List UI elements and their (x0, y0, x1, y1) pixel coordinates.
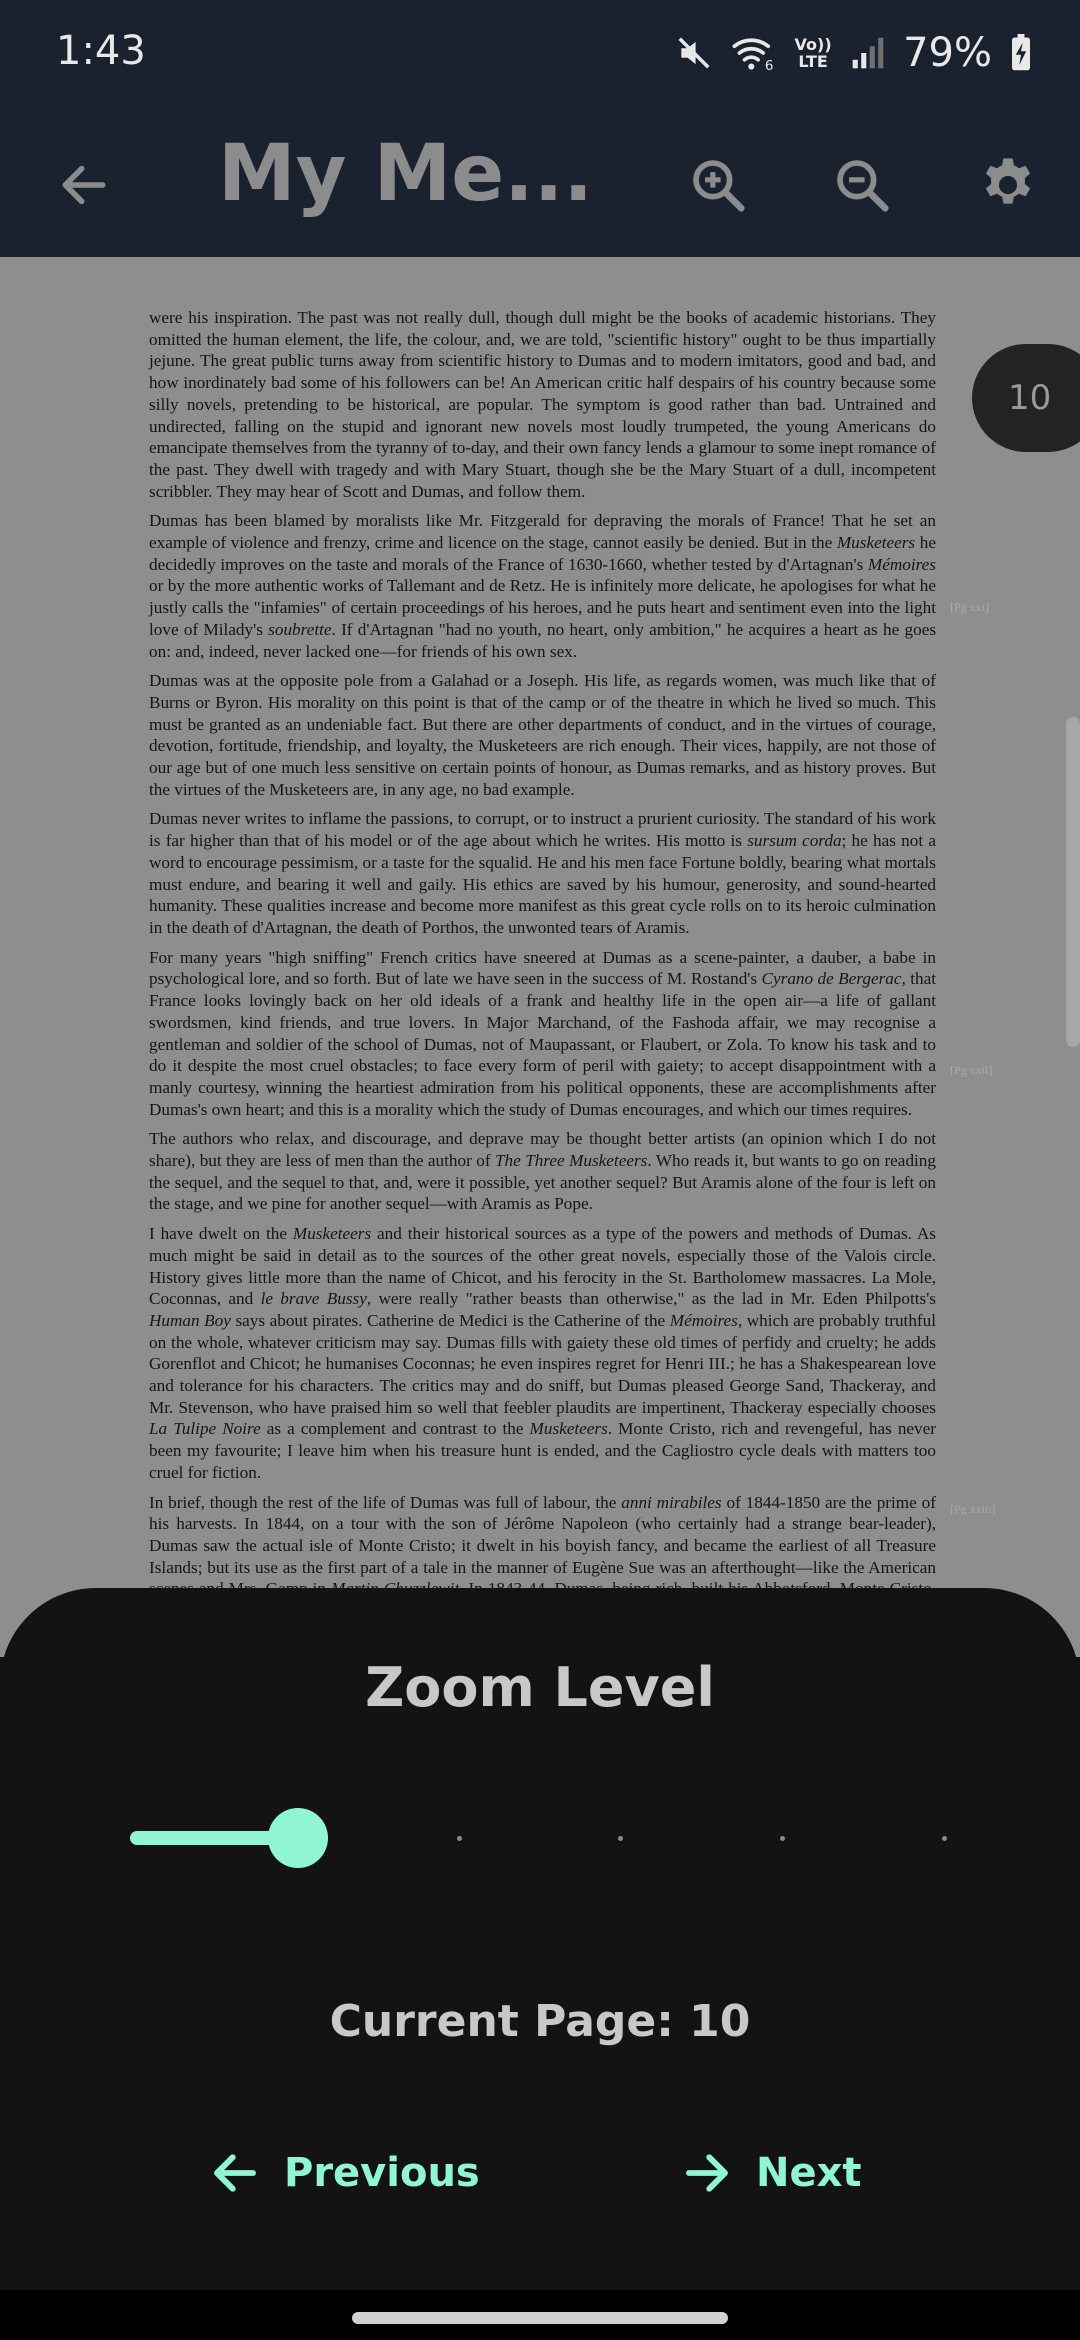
italic-text: Musketeers (836, 533, 916, 553)
battery-charging-icon (1010, 34, 1032, 72)
italic-text: Musketeers (292, 1224, 372, 1244)
paragraph: were his inspiration. The past was not r… (149, 307, 936, 502)
volte-icon: Vo)) LTE (794, 35, 832, 71)
arrow-right-icon (680, 2146, 734, 2200)
italic-text: Cyrano de Bergerac (761, 969, 902, 989)
paragraph: The authors who relax, and discourage, a… (149, 1128, 936, 1215)
settings-button[interactable] (960, 139, 1056, 235)
zoom-in-button[interactable] (670, 139, 766, 235)
book-text: were his inspiration. The past was not r… (149, 307, 936, 1651)
slider-tick (941, 1836, 947, 1841)
italic-text: Mémoires (867, 554, 936, 574)
mute-icon (675, 34, 713, 72)
next-button[interactable]: Next (680, 2128, 862, 2218)
scrollbar-thumb[interactable] (1066, 717, 1080, 1047)
text-run: Dumas has been blamed by moralists like … (149, 511, 936, 553)
status-bar: 1:43 6 Vo)) LTE 79% (0, 0, 1080, 115)
paragraph: I have dwelt on the Musketeers and their… (149, 1223, 936, 1483)
text-run: Dumas was at the opposite pole from a Ga… (149, 671, 936, 799)
italic-text: The Three Musketeers (494, 1151, 648, 1171)
previous-label: Previous (284, 2150, 480, 2196)
page-marker: [Pg xxiii] (950, 1502, 996, 1516)
current-page-label: Current Page: 10 (329, 1996, 751, 2047)
slider-thumb[interactable] (267, 1808, 328, 1868)
home-indicator[interactable] (352, 2312, 728, 2324)
previous-button[interactable]: Previous (208, 2128, 480, 2218)
italic-text: sursum corda (747, 831, 842, 851)
slider-tick (618, 1836, 624, 1841)
app-bar: My Me... (0, 115, 1080, 257)
paragraph: Dumas has been blamed by moralists like … (149, 510, 936, 662)
italic-text: Mémoires (669, 1310, 738, 1330)
svg-text:6: 6 (765, 58, 774, 72)
slider-tick (456, 1836, 462, 1841)
zoom-out-icon (831, 154, 893, 220)
battery-percentage: 79% (903, 30, 992, 76)
paragraph: Dumas was at the opposite pole from a Ga… (149, 670, 936, 800)
italic-text: anni mirabiles (621, 1492, 722, 1512)
back-button[interactable] (36, 139, 132, 235)
page-title: My Me... (218, 129, 594, 219)
signal-icon (851, 34, 885, 72)
text-run: I have dwelt on the (149, 1224, 293, 1244)
italic-text: le brave Bussy (260, 1289, 367, 1309)
text-run: In brief, though the rest of the life of… (149, 1492, 622, 1512)
page-marker: [Pg xxii] (950, 1063, 993, 1077)
zoom-bottom-sheet: Zoom Level Current Page: 10 Previous Nex… (0, 1588, 1080, 2290)
status-icons: 6 Vo)) LTE 79% (675, 30, 1032, 76)
paragraph: For many years "high sniffing" French cr… (149, 947, 936, 1121)
next-label: Next (756, 2150, 862, 2196)
text-run: , were really "rather beasts than otherw… (366, 1289, 936, 1309)
arrow-left-icon (208, 2146, 262, 2200)
italic-text: Musketeers (529, 1419, 608, 1439)
zoom-out-button[interactable] (814, 139, 910, 235)
paragraph: Dumas never writes to inflame the passio… (149, 808, 936, 938)
zoom-slider[interactable] (130, 1803, 950, 1873)
italic-text: La Tulipe Noire (149, 1419, 261, 1439)
text-run: says about pirates. Catherine de Medici … (230, 1310, 670, 1330)
status-time: 1:43 (56, 28, 146, 74)
text-run: were his inspiration. The past was not r… (149, 308, 936, 501)
slider-tick (779, 1836, 785, 1841)
text-run: , that France looks lovingly back on her… (149, 969, 937, 1119)
wifi-6-icon: 6 (731, 34, 775, 72)
sheet-title: Zoom Level (365, 1656, 715, 1719)
italic-text: soubrette (268, 619, 332, 639)
text-run: as a complement and contrast to the (260, 1419, 530, 1439)
gesture-nav-bar (0, 2290, 1080, 2340)
current-page-badge: 10 (972, 344, 1080, 452)
back-arrow-icon (56, 157, 112, 217)
zoom-in-icon (687, 154, 749, 220)
page-marker: [Pg xxi] (950, 600, 989, 614)
italic-text: Human Boy (149, 1310, 231, 1330)
settings-gear-icon (976, 153, 1040, 221)
book-page-view[interactable]: were his inspiration. The past was not r… (0, 257, 1080, 1657)
